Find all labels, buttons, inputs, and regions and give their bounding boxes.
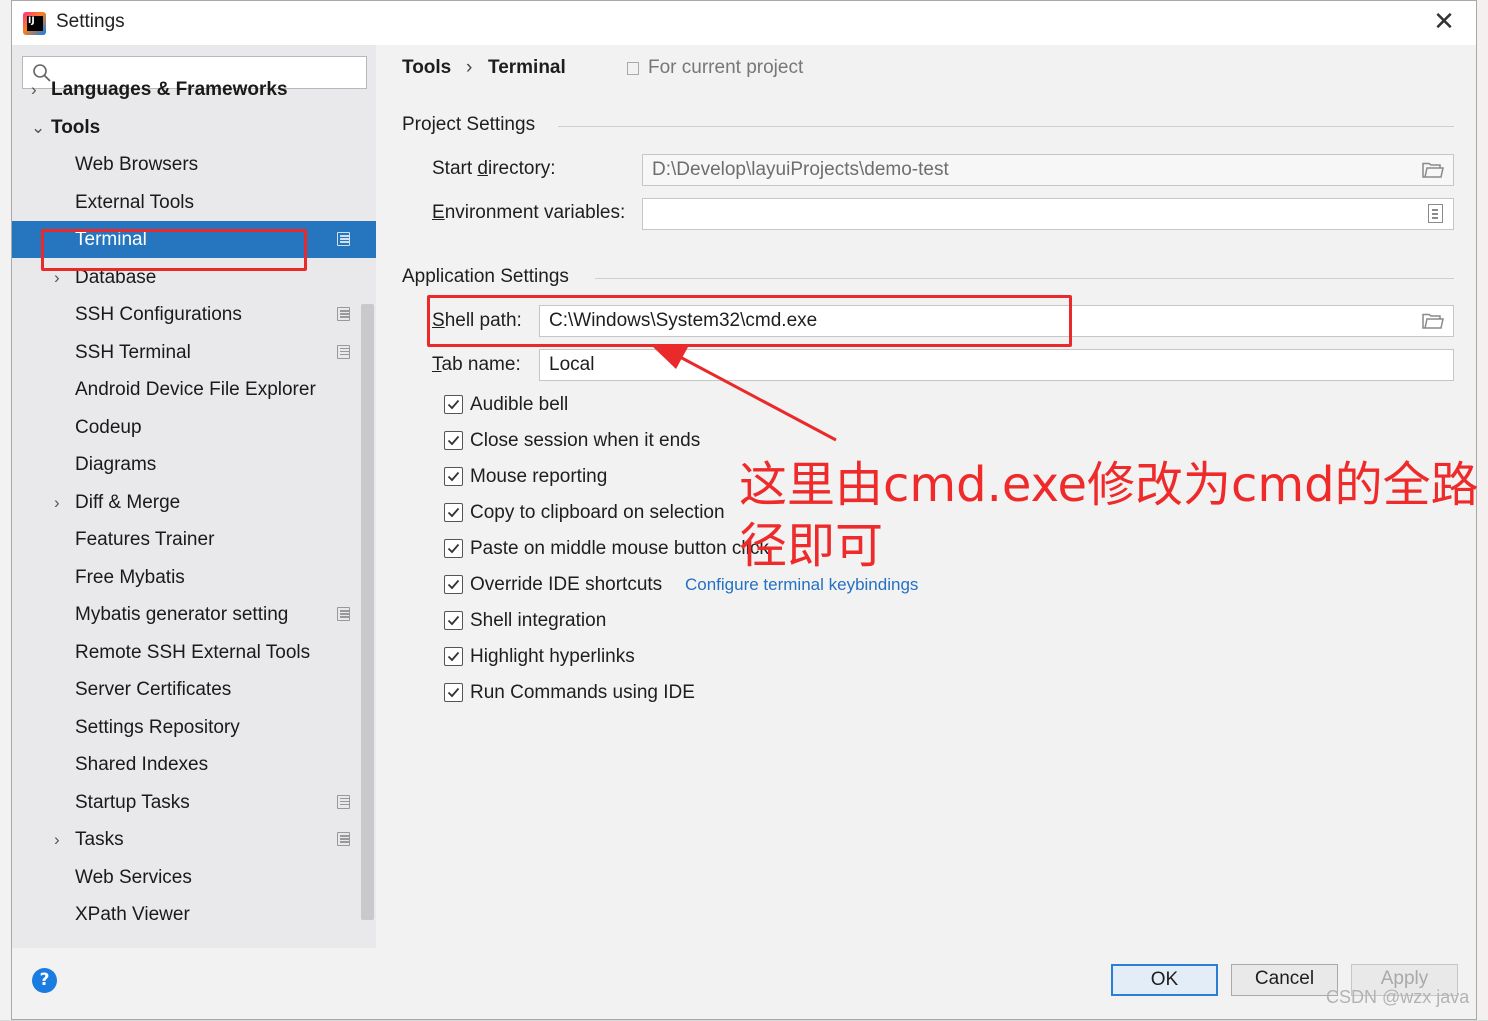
annotation-text: 这里由cmd.exe修改为cmd的全路径即可 bbox=[739, 457, 1479, 574]
settings-dialog: Settings ✕ ›Languages & Frameworks⌄Tools… bbox=[11, 0, 1479, 1020]
watermark: CSDN @wzx java bbox=[1326, 987, 1470, 1007]
